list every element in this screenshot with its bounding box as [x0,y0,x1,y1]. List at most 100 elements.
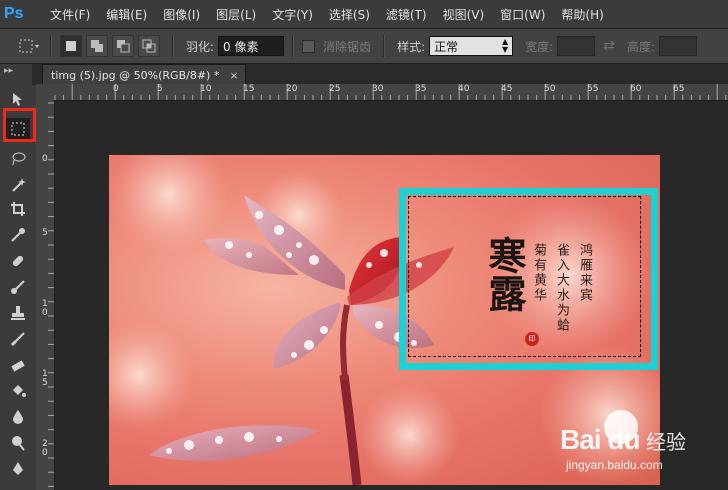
feather-label: 羽化: [186,39,215,54]
paint-bucket-tool[interactable] [6,380,30,402]
divider [172,35,174,57]
subtract-selection-button[interactable] [112,35,134,57]
bandage-icon [12,255,24,267]
add-selection-icon [91,40,103,52]
eraser-icon [11,360,25,372]
feather-input[interactable] [218,36,285,56]
menu-edit[interactable]: 编辑(E) [98,6,155,23]
history-brush-icon [10,332,25,347]
width-input[interactable] [557,36,596,56]
ruler-label: 40 [458,84,470,94]
height-label: 高度: [626,39,655,54]
updown-arrow-icon: ▲ ▼ [501,37,509,54]
menu-view[interactable]: 视图(V) [435,6,493,23]
menu-image[interactable]: 图像(I) [155,6,208,23]
pen-tool[interactable] [6,458,30,480]
subtract-selection-icon [117,40,130,53]
ruler-label: 65 [673,84,685,94]
divider [50,35,52,57]
menu-select[interactable]: 选择(S) [321,6,378,23]
watermark-logo: Bai du [560,424,641,455]
antialias-checkbox[interactable] [302,39,316,53]
panel-collapse-icon[interactable]: ▸▸ [0,64,36,78]
healing-brush-tool[interactable] [6,250,30,272]
ruler-label: 30 [372,84,384,94]
ruler-label: 25 [329,84,341,94]
history-brush-tool[interactable] [6,328,30,350]
new-selection-icon [66,41,76,51]
menu-window[interactable]: 窗口(W) [492,6,553,23]
ruler-label: 60 [630,84,642,94]
height-input[interactable] [658,36,697,56]
divider [292,35,295,57]
brush-icon [11,280,25,294]
vertical-ruler[interactable]: 0 5 1 0 1 5 2 0 [36,100,55,490]
crop-tool[interactable] [6,198,30,220]
ruler-label: 1 0 [42,299,48,318]
watermark-url: jingyan.baidu.com [566,458,663,472]
menu-help[interactable]: 帮助(H) [553,6,611,23]
ruler-label: 2 0 [42,439,48,458]
ruler-label: 20 [286,84,298,94]
pen-icon [13,462,23,475]
options-bar: 羽化: 消除锯齿 样式: 正常 ▲▼ 宽度: ⇄ 高度: [0,29,728,64]
swap-arrows-icon[interactable]: ⇄ [603,38,615,54]
document-tab-bar: timg (5).jpg @ 50%(RGB/8#) * × [32,64,728,85]
brush-tool[interactable] [6,276,30,298]
blur-tool[interactable] [6,406,30,428]
droplet-icon [13,410,23,424]
menu-type[interactable]: 文字(Y) [264,6,321,23]
ruler-label: 45 [501,84,513,94]
close-icon[interactable]: × [229,69,238,82]
marquee-tool-highlight [3,108,36,142]
ruler-label: 5 [42,228,48,238]
add-selection-button[interactable] [86,35,108,57]
style-value: 正常 [434,39,459,54]
ruler-label: 55 [587,84,599,94]
ruler-label: 10 [200,84,212,94]
watermark-brand: 经验 [646,430,686,454]
ruler-ticks [54,84,727,100]
menu-file[interactable]: 文件(F) [42,6,98,23]
antialias-label: 消除锯齿 [323,39,372,54]
intersect-selection-button[interactable] [138,35,160,57]
eraser-tool[interactable] [6,354,30,376]
width-label: 宽度: [525,39,554,54]
horizontal-ruler[interactable]: 0 5 10 15 20 25 30 35 40 45 50 55 60 65 [54,84,728,101]
ruler-label: 35 [415,84,427,94]
document-tab-title: timg (5).jpg @ 50%(RGB/8#) * [51,68,220,82]
eyedropper-tool[interactable] [6,224,30,246]
paint-bucket-icon [13,385,26,397]
rect-marquee-icon [19,39,39,53]
new-selection-button[interactable] [60,35,82,57]
intersect-selection-icon [142,39,156,53]
style-select[interactable]: 正常 ▲ ▼ [429,36,514,56]
ruler-label: 15 [243,84,255,94]
ruler-label: 1 5 [42,369,48,388]
move-icon [13,93,22,106]
clone-stamp-tool[interactable] [6,302,30,324]
document-tab[interactable]: timg (5).jpg @ 50%(RGB/8#) * × [42,64,246,85]
lasso-icon [12,152,26,166]
divider [383,35,386,57]
ruler-origin[interactable] [36,84,54,100]
baidu-watermark: Bai du 经验 jingyan.baidu.com [560,410,728,490]
tool-preset-picker[interactable] [16,35,42,57]
menu-filter[interactable]: 滤镜(T) [378,6,435,23]
ruler-label: 0 [42,154,48,164]
magic-wand-icon [12,178,26,192]
eyedropper-icon [11,228,25,242]
crop-icon [11,202,25,216]
magic-wand-tool[interactable] [6,174,30,196]
dodge-icon [12,436,25,451]
photoshop-logo: Ps [4,5,24,22]
ruler-label: 5 [157,84,163,94]
ruler-label: 0 [113,84,119,94]
menu-bar: Ps 文件(F) 编辑(E) 图像(I) 图层(L) 文字(Y) 选择(S) 滤… [0,0,728,29]
move-tool[interactable] [6,88,30,110]
lasso-tool[interactable] [6,148,30,170]
dodge-tool[interactable] [6,432,30,454]
style-label: 样式: [397,39,426,54]
menu-layer[interactable]: 图层(L) [208,6,264,23]
marquee-selection[interactable] [408,196,641,357]
